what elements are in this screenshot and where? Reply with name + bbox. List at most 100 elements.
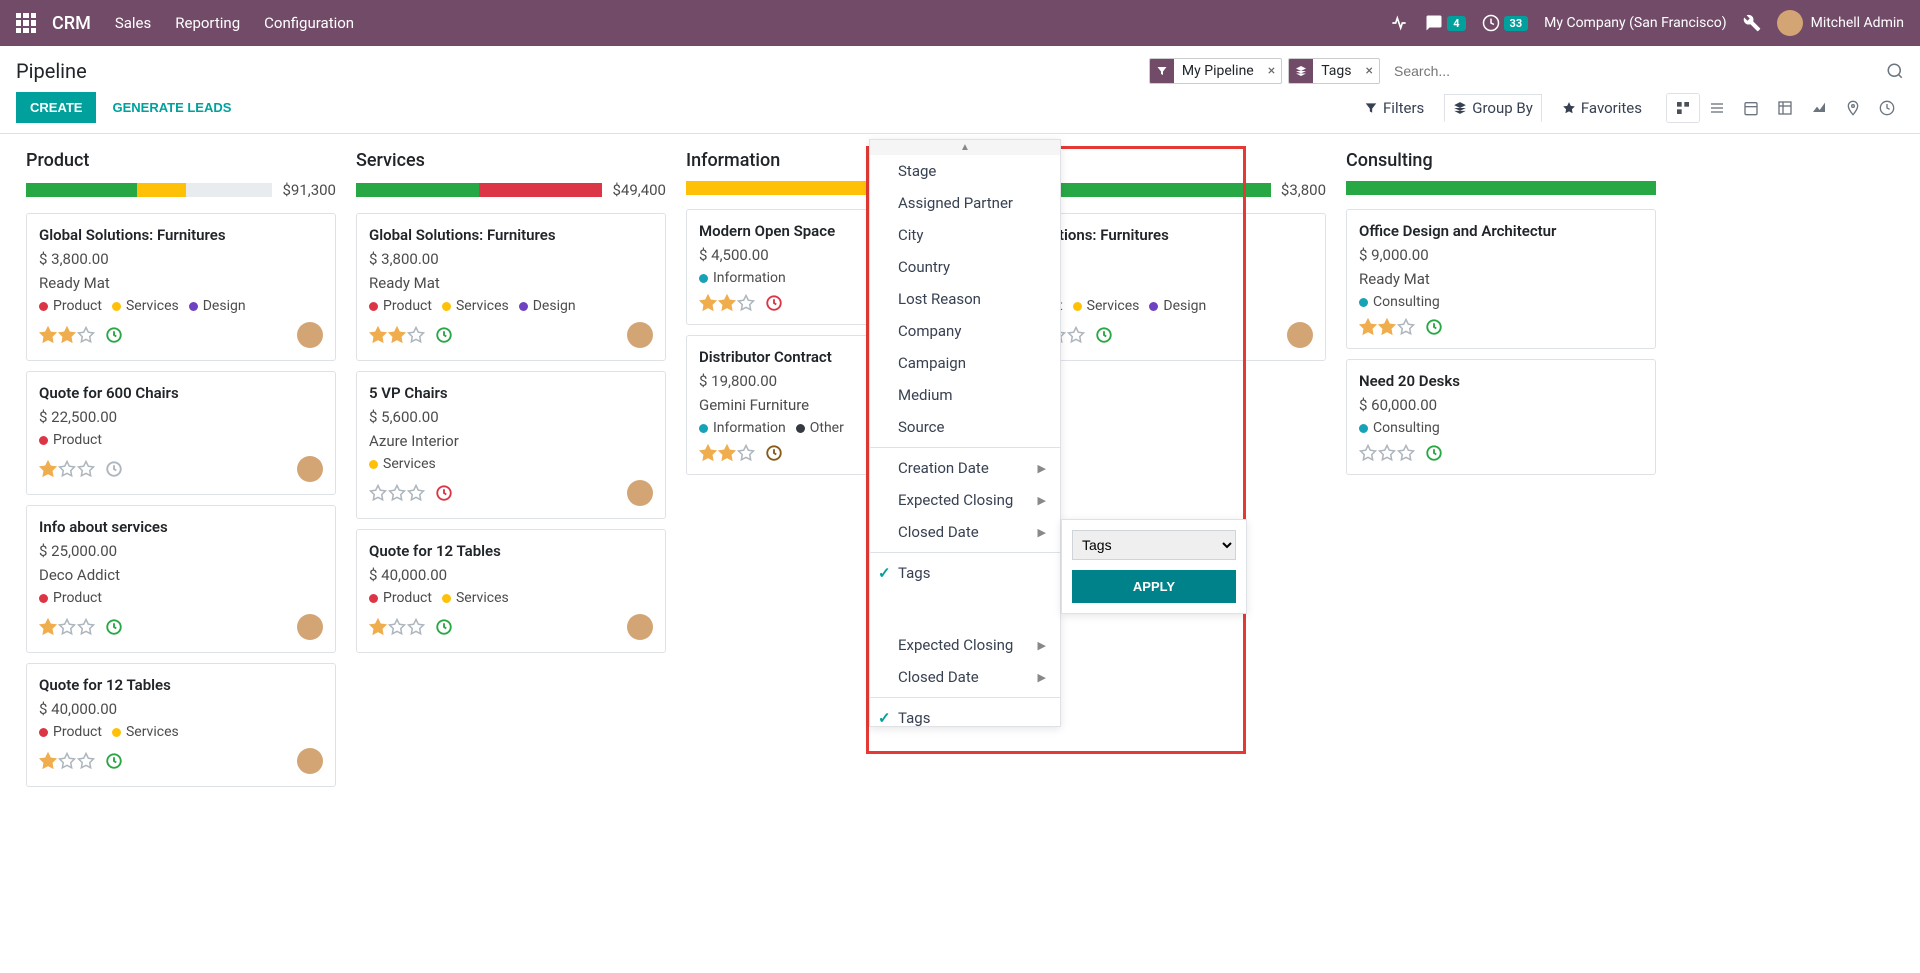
priority-stars[interactable]	[369, 484, 425, 502]
user-menu[interactable]: Mitchell Admin	[1777, 10, 1904, 36]
kanban-card[interactable]: Global Solutions: Furnitures $ 3,800.00 …	[26, 213, 336, 361]
groupby-item[interactable]: Closed Date▶	[870, 516, 1060, 548]
card-amount: $ 40,000.00	[39, 700, 323, 718]
priority-stars[interactable]	[699, 444, 755, 462]
debug-icon[interactable]	[1743, 14, 1761, 32]
tag: Product	[39, 432, 102, 448]
kanban-card[interactable]: Quote for 12 Tables $ 40,000.00 ProductS…	[356, 529, 666, 653]
priority-stars[interactable]	[39, 752, 95, 770]
groupby-item[interactable]: Stage	[870, 155, 1060, 187]
assignee-avatar[interactable]	[627, 614, 653, 640]
menu-sales[interactable]: Sales	[115, 14, 151, 32]
tag: Services	[112, 298, 179, 314]
view-switcher	[1666, 93, 1904, 123]
view-kanban[interactable]	[1666, 93, 1700, 123]
view-graph[interactable]	[1802, 93, 1836, 123]
column-title: Product	[26, 150, 336, 171]
card-amount: $ 25,000.00	[39, 542, 323, 560]
tag: Services	[112, 724, 179, 740]
column-amount: $3,800	[1281, 181, 1326, 199]
priority-stars[interactable]	[369, 326, 425, 344]
priority-stars[interactable]	[699, 294, 755, 312]
groupby-item[interactable]: Expected Closing▶	[870, 629, 1060, 661]
generate-leads-button[interactable]: GENERATE LEADS	[112, 100, 231, 115]
view-map[interactable]	[1836, 93, 1870, 123]
kanban-card[interactable]: 5 VP Chairs $ 5,600.00 Azure Interior Se…	[356, 371, 666, 519]
view-pivot[interactable]	[1768, 93, 1802, 123]
priority-stars[interactable]	[369, 618, 425, 636]
groupby-item[interactable]: Assigned Partner	[870, 187, 1060, 219]
assignee-avatar[interactable]	[627, 322, 653, 348]
groupby-dropdown: ▲ StageAssigned PartnerCityCountryLost R…	[869, 139, 1061, 727]
column-amount: $49,400	[612, 181, 666, 199]
kanban-card[interactable]: Global Solutions: Furnitures $ 3,800.00 …	[356, 213, 666, 361]
groupby-item[interactable]: Source	[870, 411, 1060, 443]
groupby-item-tags[interactable]: Tags	[870, 557, 1060, 589]
groupby-item[interactable]: Campaign	[870, 347, 1060, 379]
card-amount: $ 9,000.00	[1359, 246, 1643, 264]
groupby-item[interactable]: City	[870, 219, 1060, 251]
assignee-avatar[interactable]	[297, 322, 323, 348]
view-calendar[interactable]	[1734, 93, 1768, 123]
filters-toggle[interactable]: Filters	[1364, 99, 1424, 117]
kanban-card[interactable]: Info about services $ 25,000.00 Deco Add…	[26, 505, 336, 653]
priority-stars[interactable]	[1359, 318, 1415, 336]
assignee-avatar[interactable]	[297, 456, 323, 482]
priority-stars[interactable]	[1359, 444, 1415, 462]
priority-stars[interactable]	[39, 326, 95, 344]
tag: Information	[699, 420, 786, 436]
kanban-card[interactable]: Quote for 600 Chairs $ 22,500.00 Product	[26, 371, 336, 495]
tag: Product	[39, 298, 102, 314]
kanban-card[interactable]: Quote for 12 Tables $ 40,000.00 ProductS…	[26, 663, 336, 787]
groupby-toggle[interactable]: Group By	[1444, 94, 1542, 122]
brand[interactable]: CRM	[52, 13, 91, 34]
search-input[interactable]	[1386, 59, 1586, 83]
groupby-item[interactable]: Lost Reason	[870, 283, 1060, 315]
card-amount: $ 3,800.00	[39, 250, 323, 268]
column-amount: $91,300	[282, 181, 336, 199]
search-icon[interactable]	[1886, 62, 1904, 80]
kanban-card[interactable]: Office Design and Architectur $ 9,000.00…	[1346, 209, 1656, 349]
card-amount: $ 3,800.00	[369, 250, 653, 268]
tag: Services	[442, 590, 509, 606]
apply-button[interactable]: APPLY	[1072, 570, 1236, 603]
assignee-avatar[interactable]	[627, 480, 653, 506]
favorites-toggle[interactable]: Favorites	[1562, 99, 1642, 117]
assignee-avatar[interactable]	[297, 614, 323, 640]
groupby-item[interactable]: Closed Date▶	[870, 661, 1060, 693]
apps-icon[interactable]	[16, 13, 36, 33]
facet-my-pipeline: My Pipeline ×	[1149, 58, 1282, 84]
view-list[interactable]	[1700, 93, 1734, 123]
card-customer: Ready Mat	[1359, 270, 1643, 288]
menu-configuration[interactable]: Configuration	[264, 14, 354, 32]
activities-icon[interactable]: 33	[1482, 14, 1529, 32]
groupby-item[interactable]: Medium	[870, 379, 1060, 411]
custom-group-select[interactable]: Tags	[1072, 530, 1236, 560]
groupby-item[interactable]: Company	[870, 315, 1060, 347]
assignee-avatar[interactable]	[1287, 322, 1313, 348]
groupby-item[interactable]: Country	[870, 251, 1060, 283]
groupby-item-tags[interactable]: Tags	[870, 702, 1060, 727]
view-activity[interactable]	[1870, 93, 1904, 123]
kanban-card[interactable]: Need 20 Desks $ 60,000.00 Consulting	[1346, 359, 1656, 475]
priority-stars[interactable]	[39, 618, 95, 636]
groupby-item[interactable]: Expected Closing▶	[870, 484, 1060, 516]
scroll-up[interactable]: ▲	[870, 140, 1060, 155]
facet-remove[interactable]: ×	[1360, 63, 1379, 79]
menu-reporting[interactable]: Reporting	[175, 14, 240, 32]
progress-bar[interactable]	[1346, 181, 1656, 195]
priority-stars[interactable]	[39, 460, 95, 478]
create-button[interactable]: CREATE	[16, 92, 96, 123]
messages-icon[interactable]: 4	[1425, 14, 1465, 32]
card-title: Global Solutions: Furnitures	[39, 226, 323, 244]
groupby-item[interactable]: Creation Date▶	[870, 452, 1060, 484]
facet-tags: Tags ×	[1288, 58, 1380, 84]
facet-remove[interactable]: ×	[1262, 63, 1281, 79]
progress-bar[interactable]	[26, 183, 272, 197]
progress-bar[interactable]	[356, 183, 602, 197]
assignee-avatar[interactable]	[297, 748, 323, 774]
support-icon[interactable]	[1389, 13, 1409, 33]
tag: Design	[189, 298, 246, 314]
card-title: Info about services	[39, 518, 323, 536]
company-selector[interactable]: My Company (San Francisco)	[1544, 15, 1726, 31]
